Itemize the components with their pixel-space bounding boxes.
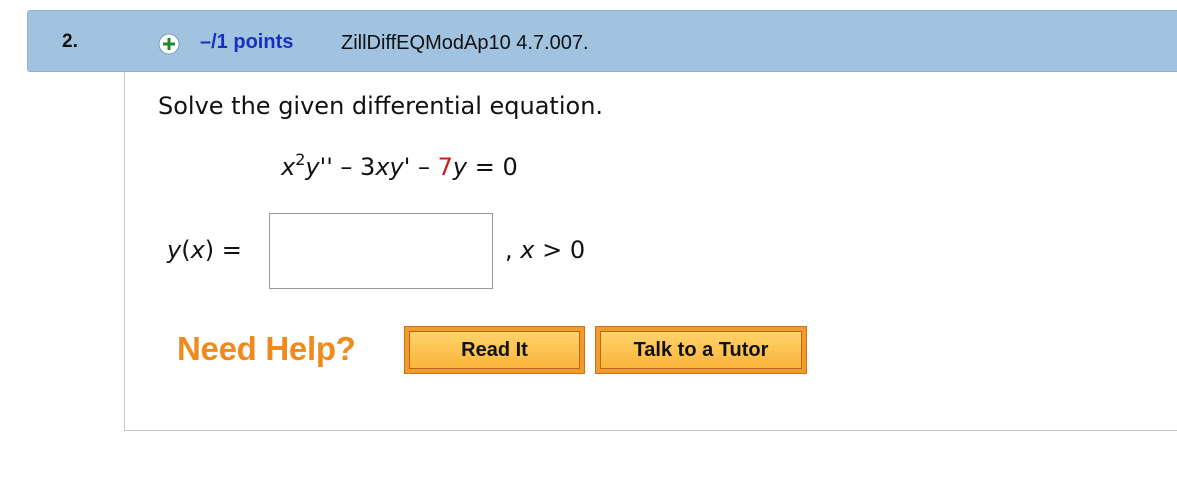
eq-op2: – bbox=[410, 153, 438, 181]
answer-input[interactable] bbox=[269, 213, 493, 289]
answer-label: y(x) = bbox=[167, 236, 242, 264]
eq-x: x bbox=[281, 153, 296, 181]
eq-xy-prime: xy' bbox=[375, 153, 411, 181]
answer-condition: , x > 0 bbox=[505, 236, 585, 264]
eq-exponent: 2 bbox=[295, 150, 306, 169]
add-plus-icon[interactable] bbox=[158, 33, 180, 55]
read-it-button[interactable]: Read It bbox=[404, 326, 585, 374]
question-header: 2. –/1 points ZillDiffEQModAp10 4.7.007. bbox=[27, 10, 1177, 72]
question-number: 2. bbox=[62, 31, 78, 52]
eq-coefficient: 7 bbox=[437, 153, 453, 181]
answer-equals: = bbox=[221, 236, 242, 264]
answer-arg: x bbox=[190, 236, 205, 264]
condition-sep: , bbox=[505, 236, 521, 264]
question-panel: 2. –/1 points ZillDiffEQModAp10 4.7.007.… bbox=[0, 0, 1177, 488]
eq-y-double-prime: y'' bbox=[305, 153, 333, 181]
question-prompt: Solve the given differential equation. bbox=[158, 92, 604, 120]
eq-rhs: = 0 bbox=[467, 153, 518, 181]
talk-to-tutor-button[interactable]: Talk to a Tutor bbox=[595, 326, 807, 374]
condition-var: x bbox=[520, 236, 535, 264]
condition-rest: > 0 bbox=[534, 236, 586, 264]
talk-to-tutor-label: Talk to a Tutor bbox=[600, 331, 802, 369]
eq-y: y bbox=[452, 153, 468, 181]
need-help-label: Need Help? bbox=[177, 330, 356, 367]
read-it-label: Read It bbox=[409, 331, 580, 369]
points-link[interactable]: –/1 points bbox=[200, 31, 293, 54]
question-code: ZillDiffEQModAp10 4.7.007. bbox=[341, 32, 589, 54]
differential-equation: x2y'' – 3xy' – 7y = 0 bbox=[281, 150, 518, 182]
answer-fn: y bbox=[167, 236, 182, 264]
eq-op1: – 3 bbox=[332, 153, 376, 181]
